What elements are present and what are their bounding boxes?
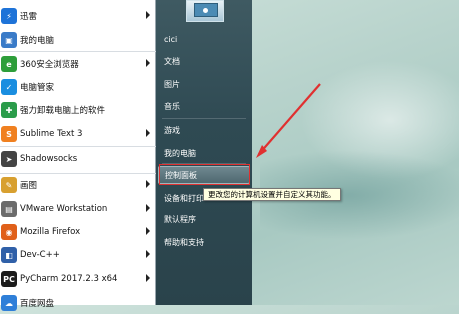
submenu-arrow-icon[interactable] — [146, 227, 150, 235]
user-avatar[interactable] — [186, 0, 224, 22]
program-item[interactable]: ✓ 电脑管家 — [0, 76, 156, 98]
cloud-icon: ☁ — [1, 295, 17, 311]
submenu-arrow-icon[interactable] — [146, 129, 150, 137]
places-item[interactable]: 帮助和支持 — [158, 233, 250, 251]
program-label: Sublime Text 3 — [20, 129, 83, 139]
program-item[interactable]: ◉ Mozilla Firefox — [0, 221, 156, 243]
places-item[interactable]: 音乐 — [158, 97, 250, 115]
program-item[interactable]: ⚡ 迅雷 — [0, 5, 156, 27]
menu-separator — [0, 51, 156, 52]
program-label: Dev-C++ — [20, 250, 60, 260]
program-label: 迅雷 — [20, 12, 38, 22]
program-label: PyCharm 2017.2.3 x64 — [20, 274, 118, 284]
places-separator — [162, 118, 246, 119]
program-label: 我的电脑 — [20, 36, 55, 46]
program-item[interactable]: ✚ 强力卸载电脑上的软件 — [0, 99, 156, 121]
submenu-arrow-icon[interactable] — [146, 11, 150, 19]
program-item[interactable]: ☁ 百度网盘 — [0, 292, 156, 314]
program-label: Shadowsocks — [20, 154, 78, 164]
paint-icon: ✎ — [1, 177, 17, 193]
submenu-arrow-icon[interactable] — [146, 250, 150, 258]
annotation-highlight-box — [159, 164, 250, 185]
program-item[interactable]: e 360安全浏览器 — [0, 53, 156, 75]
program-label: 百度网盘 — [20, 299, 55, 309]
start-menu: ⚡ 迅雷 ▣ 我的电脑 e 360安全浏览器 ✓ 电脑管家 ✚ 强力卸载电脑上的软件 S Sublim… — [0, 0, 252, 311]
program-label: VMware Workstation — [20, 204, 108, 214]
pycharm-icon: PC — [1, 271, 17, 287]
program-item[interactable]: ➤ Shadowsocks — [0, 148, 156, 170]
program-item[interactable]: ◧ Dev-C++ — [0, 244, 156, 266]
program-item[interactable]: ✎ 画图 — [0, 174, 156, 196]
uninstall-icon: ✚ — [1, 102, 17, 118]
vmware-icon: ▤ — [1, 201, 17, 217]
firefox-icon: ◉ — [1, 224, 17, 240]
program-label: Mozilla Firefox — [20, 227, 81, 237]
program-item[interactable]: S Sublime Text 3 — [0, 123, 156, 145]
shield-icon: ✓ — [1, 79, 17, 95]
submenu-arrow-icon[interactable] — [146, 204, 150, 212]
devcpp-icon: ◧ — [1, 247, 17, 263]
places-item[interactable]: 默认程序 — [158, 210, 250, 228]
places-item[interactable]: 我的电脑 — [158, 144, 250, 162]
thunder-icon: ⚡ — [1, 8, 17, 24]
sublime-icon: S — [1, 126, 17, 142]
places-item[interactable]: 图片 — [158, 75, 250, 93]
menu-separator — [0, 146, 156, 147]
program-label: 360安全浏览器 — [20, 60, 79, 70]
control-panel-tooltip: 更改您的计算机设置并自定义其功能。 — [203, 188, 341, 201]
submenu-arrow-icon[interactable] — [146, 274, 150, 282]
submenu-arrow-icon[interactable] — [146, 180, 150, 188]
program-label: 强力卸载电脑上的软件 — [20, 106, 106, 116]
places-item[interactable]: 游戏 — [158, 121, 250, 139]
paper-plane-icon: ➤ — [1, 151, 17, 167]
programs-panel: ⚡ 迅雷 ▣ 我的电脑 e 360安全浏览器 ✓ 电脑管家 ✚ 强力卸载电脑上的软件 S Sublim… — [0, 0, 156, 311]
computer-icon: ▣ — [1, 32, 17, 48]
submenu-arrow-icon[interactable] — [146, 59, 150, 67]
program-item[interactable]: ▣ 我的电脑 — [0, 29, 156, 51]
program-item[interactable]: ▤ VMware Workstation — [0, 198, 156, 220]
places-item[interactable]: 文档 — [158, 52, 250, 70]
program-label: 画图 — [20, 181, 38, 191]
browser-360-icon: e — [1, 56, 17, 72]
places-item[interactable]: cici — [158, 30, 250, 48]
avatar-dot — [203, 8, 208, 13]
program-label: 电脑管家 — [20, 83, 55, 93]
menu-separator — [0, 173, 156, 174]
program-item[interactable]: PC PyCharm 2017.2.3 x64 — [0, 268, 156, 290]
